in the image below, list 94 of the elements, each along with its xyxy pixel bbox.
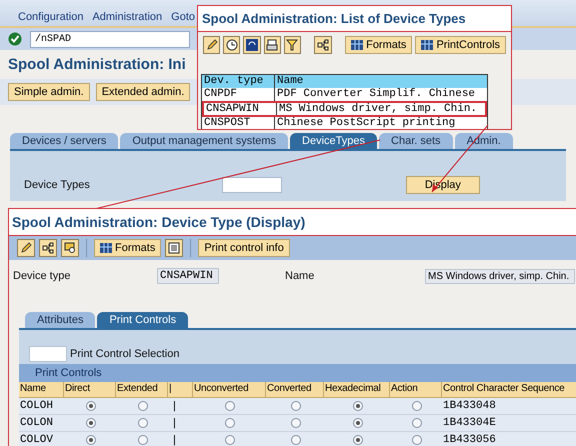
table-cell: 1B43304E <box>442 415 576 432</box>
radio-button[interactable] <box>86 435 96 445</box>
toolbar-button[interactable] <box>264 36 281 54</box>
table-icon <box>351 39 364 51</box>
column-header: Hexadecimal <box>324 382 390 398</box>
menu-item[interactable]: Administration <box>92 11 162 23</box>
toolbar-button[interactable]: Print control info <box>198 239 290 257</box>
field-label: Print Control Selection <box>70 348 180 360</box>
selection-field[interactable] <box>29 346 67 362</box>
column-header: Action <box>390 382 442 398</box>
radio-button[interactable] <box>352 418 362 428</box>
column-header: Name <box>19 382 64 398</box>
radio-button[interactable] <box>352 435 362 445</box>
toolbar-button[interactable] <box>17 239 35 257</box>
radio-button[interactable] <box>412 435 422 445</box>
radio-button[interactable] <box>225 418 235 428</box>
table-cell: 1B433048 <box>442 398 576 415</box>
menu-item[interactable]: Goto <box>171 11 195 23</box>
table-cell: COLON <box>19 415 64 432</box>
hierarchy-icon <box>42 242 54 254</box>
tab[interactable]: Output management systems <box>120 133 288 149</box>
tab[interactable]: DeviceTypes <box>290 133 378 149</box>
column-header: Unconverted <box>193 382 266 398</box>
table-cell[interactable]: Chinese PostScript printing <box>275 117 487 129</box>
device-types-field[interactable] <box>222 177 282 193</box>
device-type-field: CNSAPWIN <box>157 268 219 284</box>
column-header: Converted <box>266 382 324 398</box>
table-cell: | <box>168 432 193 446</box>
table-cell: | <box>168 415 193 432</box>
radio-button[interactable] <box>225 435 235 445</box>
menu-item[interactable]: Configuration <box>18 11 84 23</box>
toolbar-button[interactable] <box>243 36 261 54</box>
radio-button[interactable] <box>412 401 422 411</box>
radio-button[interactable] <box>86 418 96 428</box>
table-cell: COLOV <box>19 432 64 446</box>
toolbar-button[interactable] <box>39 239 57 257</box>
radio-button[interactable] <box>86 401 96 411</box>
admin-button[interactable]: Simple admin. <box>8 83 90 101</box>
tab[interactable]: Char. sets <box>379 133 453 149</box>
radio-button[interactable] <box>412 418 422 428</box>
column-header: | <box>168 382 193 398</box>
radio-button[interactable] <box>290 418 300 428</box>
screen-title: Spool Administration: Ini <box>7 55 187 75</box>
window-title: Spool Administration: List of Device Types <box>198 6 511 32</box>
toolbar-button[interactable] <box>314 36 332 54</box>
column-header: Control Character Sequence <box>442 382 576 398</box>
name-field: MS Windows driver, simp. Chin. <box>425 268 575 284</box>
table-cell: | <box>168 398 193 415</box>
window-title: Spool Administration: Device Type (Display) <box>9 209 576 236</box>
filter-icon <box>286 39 298 51</box>
table-title: Print Controls <box>19 364 576 382</box>
toolbar-button[interactable] <box>61 239 79 257</box>
column-header: Name <box>276 75 304 88</box>
table-cell[interactable]: CNSPOST <box>202 117 275 129</box>
field-label: Name <box>285 270 316 282</box>
hierarchy-icon <box>316 39 329 51</box>
toolbar-button[interactable]: Formats <box>345 36 412 54</box>
field-label: Device Types <box>24 179 90 191</box>
toolbar-button[interactable]: Formats <box>94 239 162 257</box>
toolbar-button[interactable]: PrintControls <box>415 36 506 54</box>
column-header: Direct <box>64 382 116 398</box>
command-field[interactable]: /nSPAD <box>30 30 190 48</box>
check-icon[interactable] <box>8 32 22 46</box>
toolbar-button[interactable] <box>165 239 184 257</box>
list-icon <box>168 242 180 254</box>
radio-button[interactable] <box>138 435 148 445</box>
table-cell[interactable]: CNSAPWIN <box>204 103 277 115</box>
pencil-icon <box>20 242 32 254</box>
radio-button[interactable] <box>352 401 362 411</box>
field-label: Device type <box>13 270 72 282</box>
table-cell[interactable]: MS Windows driver, simp. Chin. <box>277 103 485 115</box>
tab[interactable]: Devices / servers <box>10 133 118 149</box>
table-cell: 1B433056 <box>442 432 576 446</box>
table-icon <box>100 242 112 254</box>
printer-icon <box>266 39 278 51</box>
magnifier-icon <box>64 242 76 254</box>
clock-icon <box>226 39 238 51</box>
radio-button[interactable] <box>290 401 300 411</box>
column-header: Extended <box>116 382 168 398</box>
toolbar-button[interactable] <box>223 36 240 54</box>
refresh-icon <box>246 39 258 51</box>
table-cell[interactable]: PDF Converter Simplif. Chinese <box>275 88 487 101</box>
tab[interactable]: Attributes <box>25 312 96 328</box>
table-cell: COLOH <box>19 398 64 415</box>
radio-button[interactable] <box>138 418 148 428</box>
radio-button[interactable] <box>138 401 148 411</box>
toolbar-button[interactable] <box>203 36 220 54</box>
table-icon <box>421 39 434 51</box>
admin-button[interactable]: Extended admin. <box>96 83 190 101</box>
tab[interactable]: Print Controls <box>97 312 188 328</box>
pencil-icon <box>206 39 218 51</box>
toolbar-button[interactable] <box>284 36 301 54</box>
radio-button[interactable] <box>225 401 235 411</box>
radio-button[interactable] <box>290 435 300 445</box>
